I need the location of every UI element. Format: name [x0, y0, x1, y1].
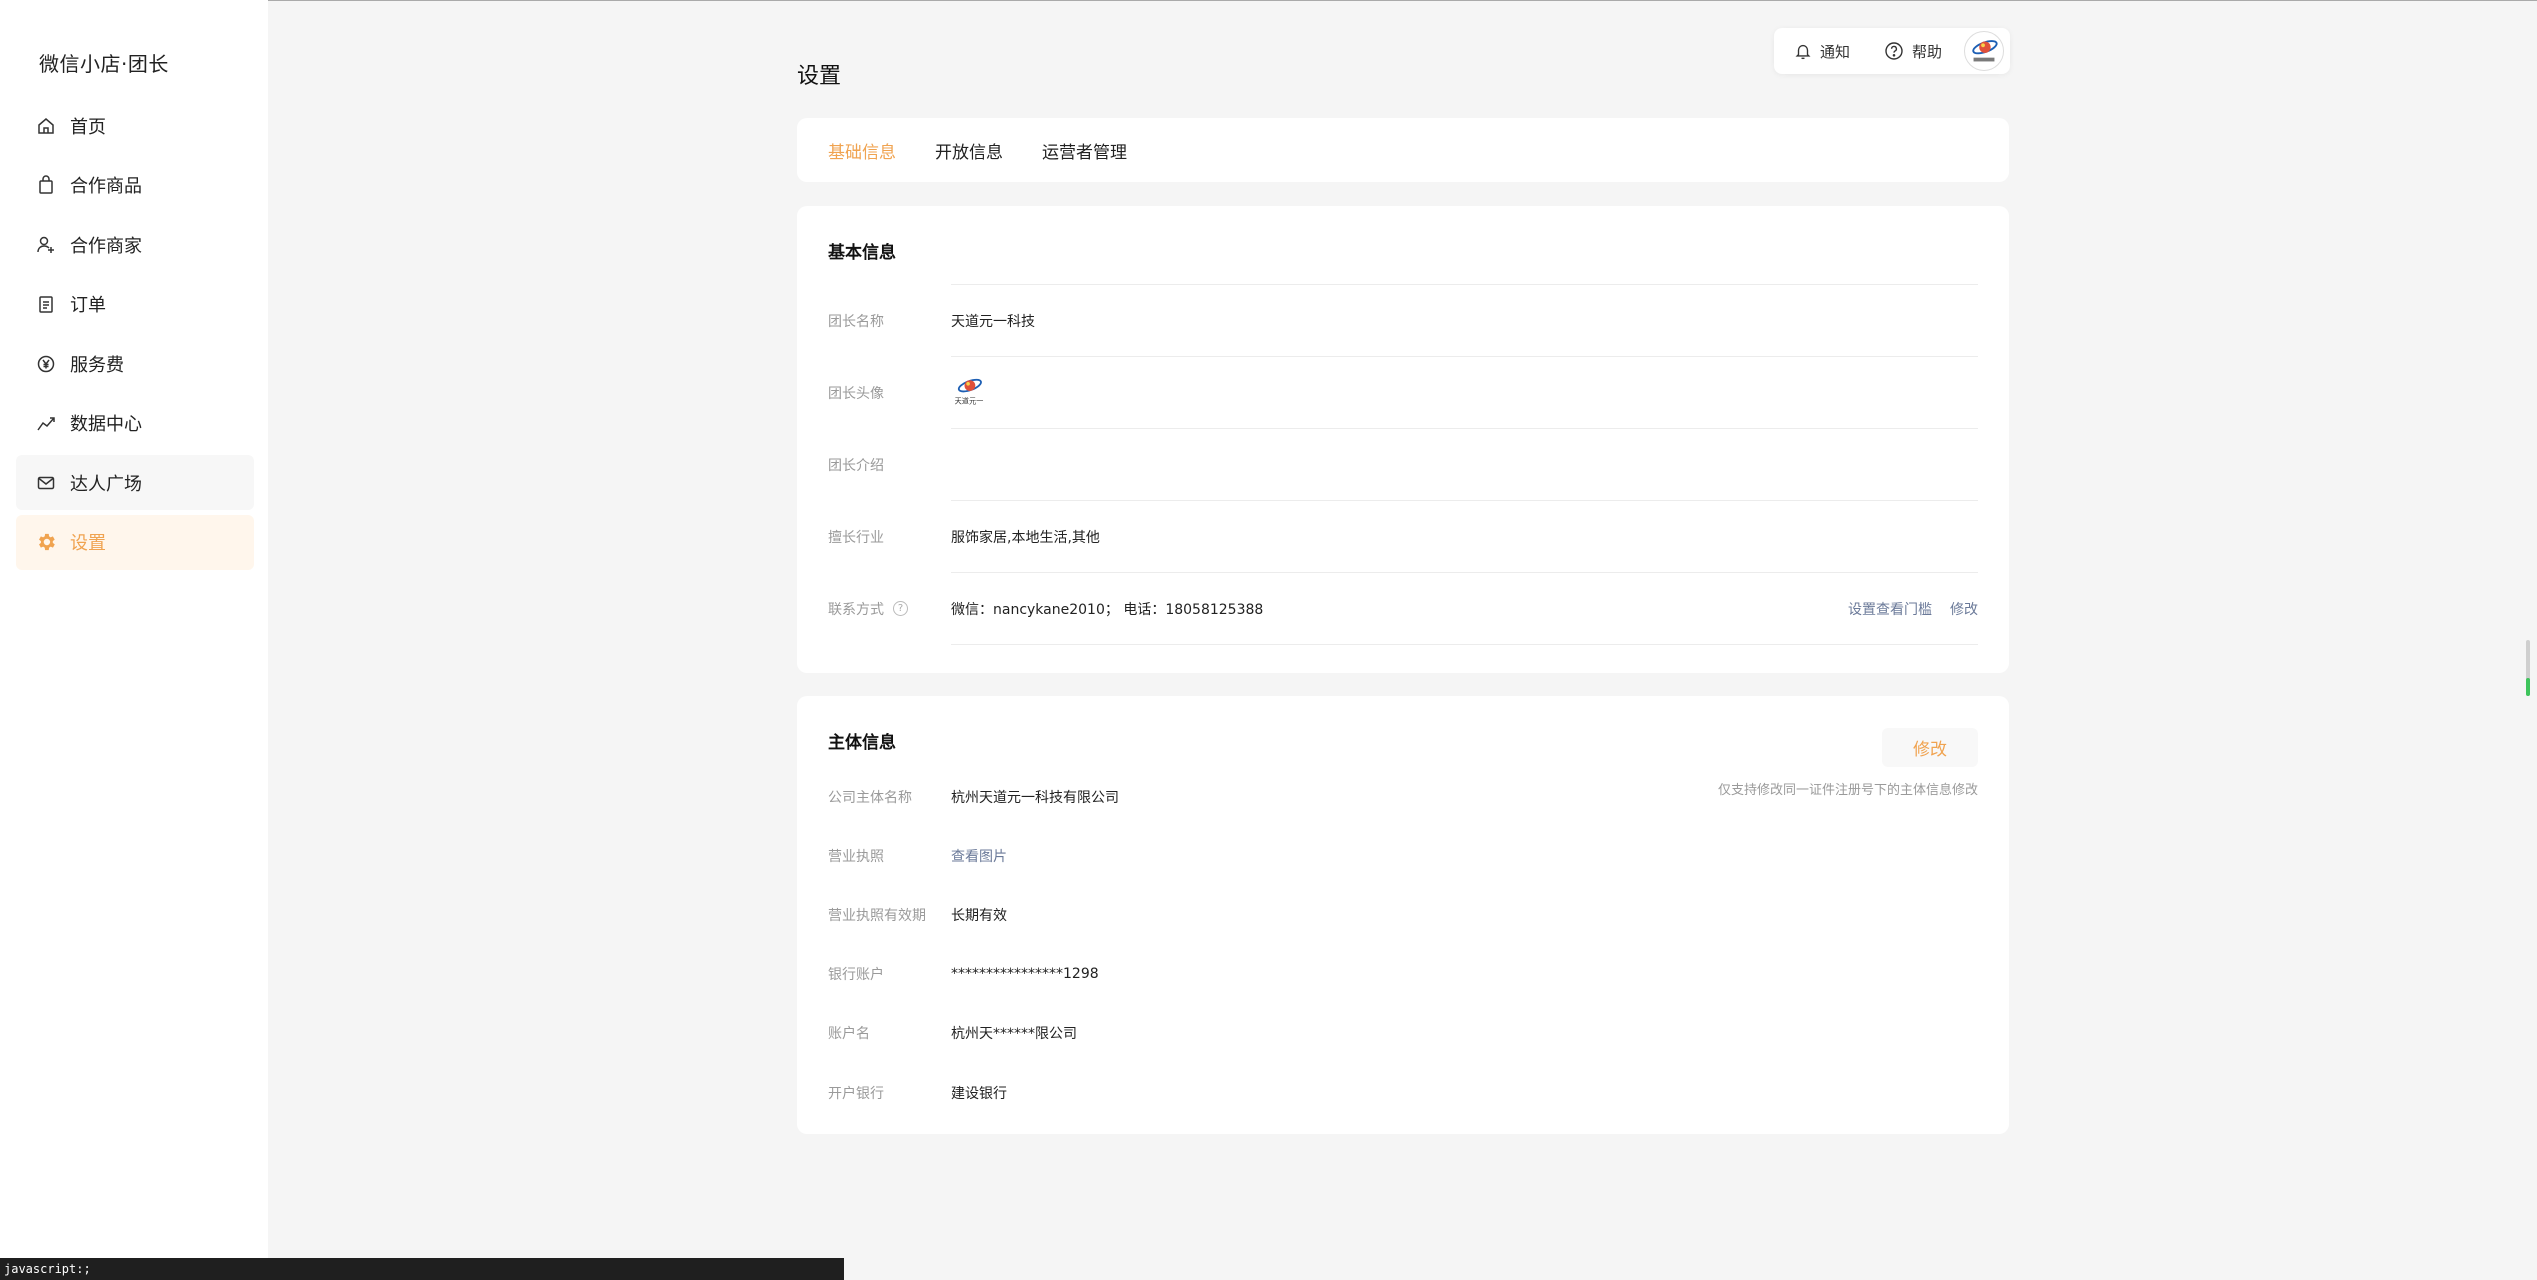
row-value: 服饰家居,本地生活,其他 [951, 529, 1100, 546]
sidebar-item-label: 服务费 [70, 354, 124, 376]
notify-button[interactable]: 通知 [1794, 41, 1850, 62]
sidebar-item-products[interactable]: 合作商品 [16, 158, 254, 213]
sidebar-item-label: 设置 [70, 533, 106, 554]
user-avatar[interactable] [1964, 31, 2004, 71]
sidebar-item-label: 首页 [70, 116, 106, 138]
row-company-name: 公司主体名称 杭州天道元一科技有限公司 [828, 782, 1728, 812]
edit-note: 仅支持修改同一证件注册号下的主体信息修改 [1717, 783, 1978, 798]
row-label: 开户银行 [828, 1086, 884, 1102]
row-account-name: 账户名 杭州天******限公司 [828, 1018, 1728, 1048]
home-icon [34, 114, 58, 138]
tab-open-info[interactable]: 开放信息 [935, 138, 1003, 163]
row-value: 建设银行 [951, 1086, 1007, 1102]
sidebar-item-merchants[interactable]: 合作商家 [16, 217, 254, 272]
app-brand: 微信小店·团长 [39, 52, 169, 76]
row-label: 团长介绍 [828, 457, 884, 474]
subject-info-card: 主体信息 修改 仅支持修改同一证件注册号下的主体信息修改 公司主体名称 杭州天道… [797, 696, 2009, 1134]
row-label: 团长头像 [828, 385, 884, 402]
gear-icon [34, 530, 58, 554]
tab-operator-management[interactable]: 运营者管理 [1042, 138, 1127, 163]
avatar-caption: 天道元一 [955, 396, 984, 405]
edit-subject-button[interactable]: 修改 [1882, 728, 1978, 767]
help-button[interactable]: 帮助 [1884, 41, 1942, 62]
notify-label: 通知 [1820, 42, 1851, 61]
sidebar-item-creator-plaza[interactable]: 达人广场 [16, 455, 254, 510]
row-label: 营业执照有效期 [828, 908, 926, 924]
window-top-border [0, 0, 2537, 1]
contact-label: 联系方式 [828, 601, 884, 618]
shopping-bag-icon [34, 173, 58, 197]
sidebar-item-settings[interactable]: 设置 [16, 514, 254, 570]
row-label: 擅长行业 [828, 529, 884, 546]
basic-info-title: 基本信息 [828, 243, 896, 263]
sidebar-item-label: 合作商品 [70, 176, 142, 197]
row-value: 天道元一科技 [951, 313, 1035, 330]
row-label: 公司主体名称 [828, 790, 912, 806]
row-label: 银行账户 [828, 967, 884, 983]
settings-tabs: 基础信息 开放信息 运营者管理 [797, 118, 2009, 182]
sidebar-item-service-fee[interactable]: 服务费 [16, 336, 254, 391]
sidebar-item-home[interactable]: 首页 [16, 98, 254, 153]
yen-coin-icon [34, 352, 58, 376]
view-image-link[interactable]: 查看图片 [951, 846, 1007, 866]
row-license-validity: 营业执照有效期 长期有效 [828, 900, 1728, 930]
help-label: 帮助 [1912, 42, 1943, 61]
bell-icon [1795, 44, 1811, 60]
row-value: ****************1298 [951, 966, 1099, 982]
question-icon[interactable]: ? [893, 601, 908, 616]
mail-icon [34, 471, 58, 495]
sidebar: 微信小店·团长 首页 合作商品 合作商家 订单 服务费 数据中心 达人广场 设置 [0, 0, 268, 1280]
row-label: 营业执照 [828, 849, 884, 865]
set-view-threshold-link[interactable]: 设置查看门槛 [1848, 599, 1932, 619]
sidebar-item-label: 合作商家 [70, 235, 142, 257]
clipboard-icon [34, 292, 58, 316]
row-leader-name: 团长名称 天道元一科技 [828, 285, 1978, 356]
row-leader-avatar: 团长头像 天道元一 [828, 357, 1978, 428]
row-value: 长期有效 [951, 908, 1007, 924]
row-opening-bank: 开户银行 建设银行 [828, 1078, 1728, 1108]
row-value: 杭州天******限公司 [951, 1026, 1077, 1042]
sidebar-item-label: 数据中心 [70, 414, 142, 435]
row-bank-account: 银行账户 ****************1298 [828, 959, 1728, 989]
tab-basic-info[interactable]: 基础信息 [828, 138, 896, 163]
row-contact: 联系方式 ? 微信：nancykane2010； 电话：18058125388 … [828, 573, 1978, 644]
trend-chart-icon [34, 411, 58, 435]
divider [951, 644, 1978, 645]
row-value: 杭州天道元一科技有限公司 [951, 790, 1119, 806]
basic-info-card: 基本信息 团长名称 天道元一科技 团长头像 天道元一 团长介绍 擅长行业 服饰家… [797, 206, 2009, 673]
sidebar-item-orders[interactable]: 订单 [16, 277, 254, 332]
top-toolbar: 通知 帮助 [1774, 28, 2010, 74]
sidebar-item-label: 达人广场 [70, 473, 142, 495]
sidebar-nav: 首页 合作商品 合作商家 订单 服务费 数据中心 达人广场 设置 [16, 98, 254, 574]
user-add-icon [34, 233, 58, 257]
row-label: 账户名 [828, 1026, 870, 1042]
help-icon [1885, 42, 1903, 60]
row-value: 微信：nancykane2010； 电话：18058125388 [951, 601, 1264, 618]
edit-contact-link[interactable]: 修改 [1950, 599, 1978, 619]
sidebar-item-label: 订单 [70, 295, 106, 316]
row-industries: 擅长行业 服饰家居,本地生活,其他 [828, 501, 1978, 572]
row-leader-intro: 团长介绍 [828, 429, 1978, 500]
sidebar-item-data-center[interactable]: 数据中心 [16, 396, 254, 451]
scrollbar-thumb[interactable] [2526, 678, 2530, 696]
row-label: 团长名称 [828, 313, 884, 330]
subject-info-title: 主体信息 [828, 733, 896, 753]
leader-avatar[interactable]: 天道元一 [951, 373, 1978, 413]
page-title: 设置 [797, 64, 842, 89]
contact-actions: 设置查看门槛 修改 [1848, 573, 1978, 644]
scrollbar[interactable] [2526, 640, 2530, 696]
row-business-license: 营业执照 查看图片 [828, 841, 1728, 871]
row-label: 联系方式 ? [828, 599, 951, 619]
browser-status-bar: javascript:; [0, 1258, 844, 1280]
